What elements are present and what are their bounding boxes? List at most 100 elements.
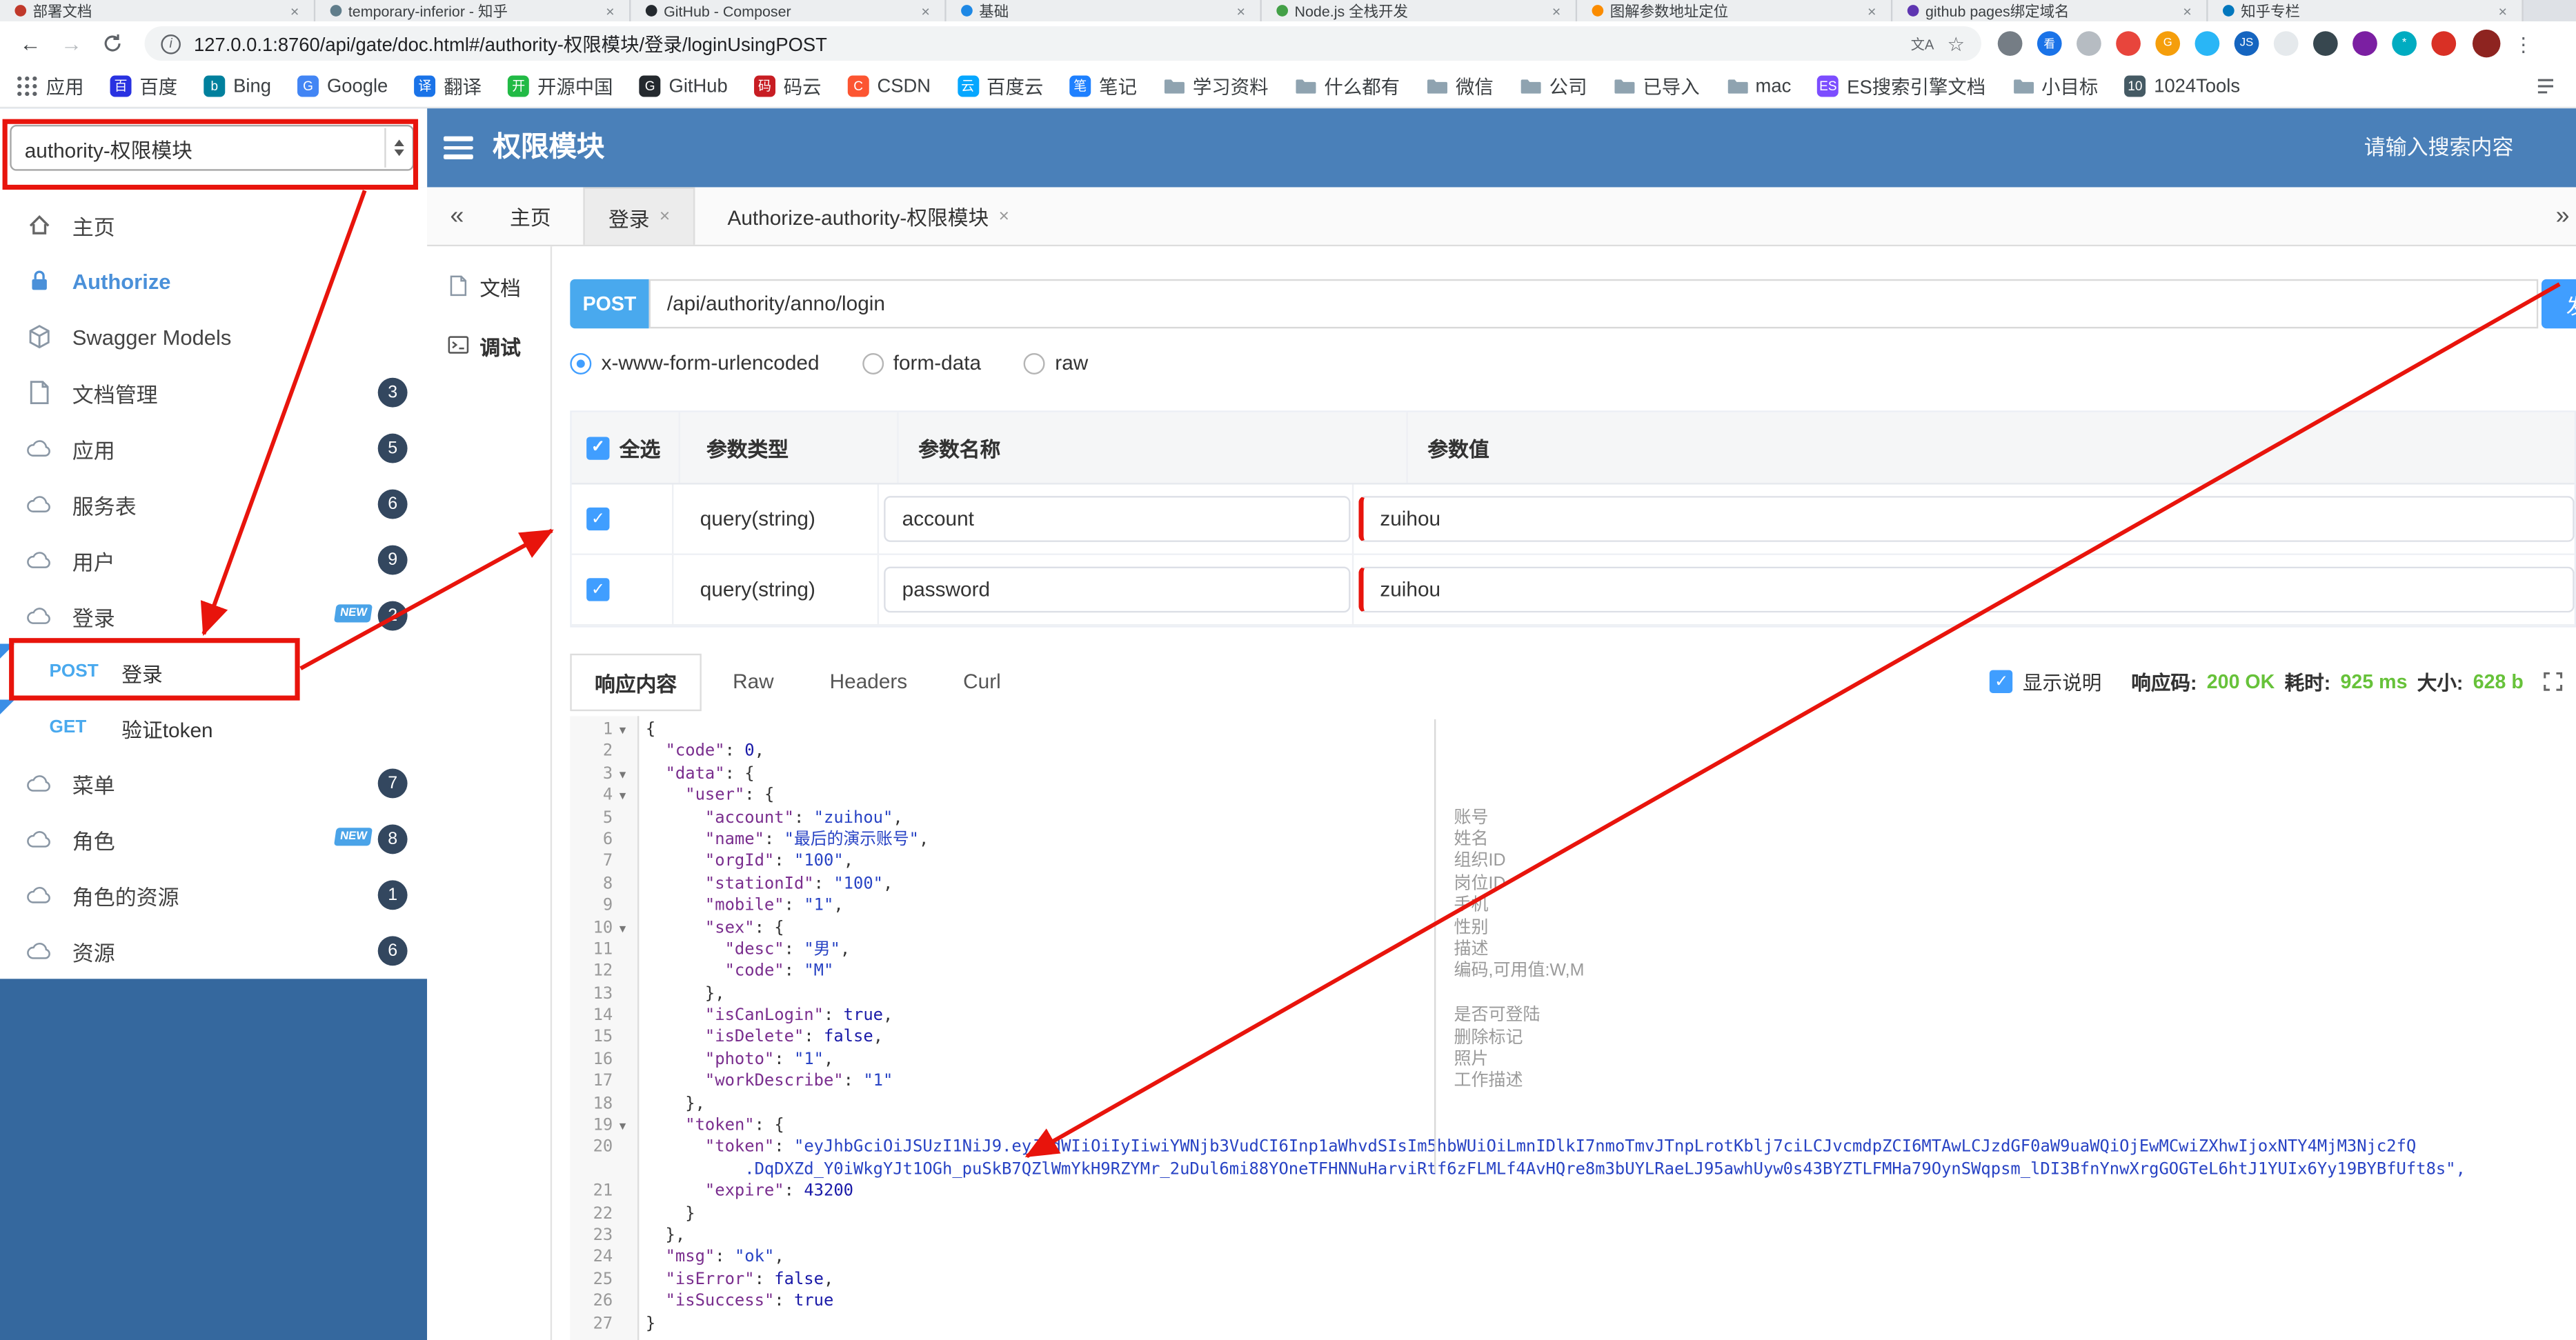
sidebar-item[interactable]: 菜单 7 bbox=[0, 755, 427, 811]
tab-close-icon[interactable]: × bbox=[2183, 3, 2192, 19]
extension-icon[interactable] bbox=[2352, 31, 2377, 56]
tab-close-icon[interactable]: × bbox=[999, 206, 1009, 226]
bookmark-item[interactable]: b Bing bbox=[204, 75, 271, 97]
fullscreen-icon[interactable] bbox=[2543, 672, 2563, 692]
extension-icon[interactable] bbox=[1997, 31, 2023, 56]
tab-close-icon[interactable]: × bbox=[921, 3, 930, 19]
bookmark-item[interactable]: 小目标 bbox=[2012, 73, 2098, 99]
bookmark-item[interactable]: G GitHub bbox=[639, 75, 728, 97]
bookmark-item[interactable]: 云百度云 bbox=[957, 73, 1043, 99]
response-tab[interactable]: Headers bbox=[805, 657, 932, 706]
browser-tab[interactable]: 部署文档 × bbox=[0, 0, 316, 21]
extension-icon[interactable] bbox=[2312, 31, 2338, 56]
show-description-checkbox[interactable]: ✓ bbox=[1990, 670, 2013, 693]
select-all-checkbox[interactable]: ✓ bbox=[586, 436, 610, 459]
browser-tab[interactable]: GitHub - Composer × bbox=[631, 0, 947, 21]
bookmark-item[interactable]: 开开源中国 bbox=[508, 73, 613, 99]
bookmark-item[interactable]: 译翻译 bbox=[414, 73, 482, 99]
request-url-input[interactable] bbox=[648, 279, 2539, 329]
extension-icon[interactable]: G bbox=[2155, 31, 2181, 56]
sidebar-item[interactable]: 应用 5 bbox=[0, 421, 427, 477]
header-search-input[interactable]: 请输入搜索内容 bbox=[2364, 108, 2514, 187]
param-value-input[interactable] bbox=[1358, 496, 2575, 542]
extension-icon[interactable] bbox=[2194, 31, 2220, 56]
sidebar-item[interactable]: 主页 bbox=[0, 197, 427, 253]
back-icon[interactable]: ← bbox=[20, 31, 41, 56]
bookmark-item[interactable]: 百百度 bbox=[110, 73, 177, 99]
tab-close-icon[interactable]: × bbox=[606, 3, 615, 19]
tab-close-icon[interactable]: × bbox=[1237, 3, 1246, 19]
browser-tab[interactable]: github pages绑定域名 × bbox=[1892, 0, 2208, 21]
sidebar-api-get[interactable]: GET 验证token bbox=[0, 699, 427, 755]
bookmark-item[interactable]: 10 1024Tools bbox=[2124, 75, 2240, 97]
row-checkbox[interactable]: ✓ bbox=[586, 578, 610, 601]
tab-close-icon[interactable]: × bbox=[2498, 3, 2507, 19]
extension-icon[interactable]: JS bbox=[2234, 31, 2259, 56]
tab-close-icon[interactable]: × bbox=[660, 207, 670, 227]
sidebar-item[interactable]: 角色 NEW 8 bbox=[0, 811, 427, 867]
sidebar-item[interactable]: 文档管理 3 bbox=[0, 365, 427, 421]
translate-icon[interactable]: 文A bbox=[1911, 34, 1934, 54]
content-tab[interactable]: 主页 bbox=[487, 187, 574, 244]
bookmark-item[interactable]: C CSDN bbox=[847, 75, 931, 97]
bookmark-item[interactable]: G Google bbox=[297, 75, 388, 97]
bookmark-item[interactable]: 已导入 bbox=[1614, 73, 1700, 99]
browser-tab[interactable]: Node.js 全栈开发 × bbox=[1261, 0, 1578, 21]
extension-icon[interactable] bbox=[2431, 31, 2457, 56]
profile-avatar[interactable] bbox=[2472, 29, 2501, 58]
address-bar[interactable]: i 127.0.0.1:8760/api/gate/doc.html#/auth… bbox=[144, 26, 1981, 61]
content-tab[interactable]: 登录 × bbox=[584, 187, 695, 245]
sidebar-api-post[interactable]: POST 登录 bbox=[0, 643, 427, 700]
extension-icon[interactable] bbox=[2273, 31, 2299, 56]
collapse-tabs-icon[interactable]: « bbox=[450, 202, 464, 230]
param-name-input[interactable] bbox=[884, 496, 1351, 542]
browser-menu-icon[interactable]: ⋮ bbox=[2514, 32, 2534, 54]
param-value-input[interactable] bbox=[1358, 566, 2575, 613]
sidebar-item[interactable]: 用户 9 bbox=[0, 532, 427, 588]
extension-icon[interactable]: 看 bbox=[2037, 31, 2062, 56]
response-tab[interactable]: Curl bbox=[938, 657, 1025, 706]
bookmark-item[interactable]: 什么都有 bbox=[1295, 73, 1400, 99]
sidebar-item[interactable]: Authorize bbox=[0, 253, 427, 309]
tab-close-icon[interactable]: × bbox=[290, 3, 299, 19]
content-tab[interactable]: Authorize-authority-权限模块 × bbox=[704, 187, 1032, 244]
response-editor[interactable]: 1 ▾ 2 3 ▾ 4 ▾ 5 6 7 8 9 10 ▾ 11 12 13 14 15 16 17 18 19 ▾ 20 21 22… bbox=[554, 716, 2576, 1340]
bookmark-item[interactable]: ES ES搜索引擎文档 bbox=[1817, 73, 1985, 99]
bookmark-item[interactable]: 笔笔记 bbox=[1069, 73, 1137, 99]
extension-icon[interactable] bbox=[2116, 31, 2141, 56]
bookmarks-panel-icon[interactable] bbox=[2535, 76, 2556, 97]
bookmark-item[interactable]: mac bbox=[1726, 76, 1791, 97]
browser-tab[interactable]: 知乎专栏 × bbox=[2208, 0, 2524, 21]
row-checkbox[interactable]: ✓ bbox=[586, 507, 610, 531]
content-type-radio[interactable]: x-www-form-urlencoded bbox=[570, 352, 820, 374]
extension-icon[interactable] bbox=[2077, 31, 2101, 56]
bookmark-item[interactable]: 学习资料 bbox=[1163, 73, 1268, 99]
response-tab[interactable]: 响应内容 bbox=[570, 652, 702, 710]
bookmark-item[interactable]: 码码云 bbox=[753, 73, 822, 99]
view-tab-debug[interactable]: 调试 bbox=[427, 315, 551, 374]
send-button[interactable]: 发送 bbox=[2541, 279, 2576, 329]
forward-icon[interactable]: → bbox=[61, 31, 82, 56]
reload-icon[interactable] bbox=[102, 33, 123, 54]
sidebar-item[interactable]: 资源 6 bbox=[0, 923, 427, 979]
bookmark-item[interactable]: 公司 bbox=[1520, 73, 1587, 99]
bookmark-item[interactable]: 应用 bbox=[17, 73, 83, 99]
tab-close-icon[interactable]: × bbox=[1552, 3, 1561, 19]
sidebar-item[interactable]: 服务表 6 bbox=[0, 477, 427, 532]
tab-close-icon[interactable]: × bbox=[1867, 3, 1876, 19]
module-select[interactable]: authority-权限模块 bbox=[10, 124, 415, 171]
sidebar-item[interactable]: Swagger Models bbox=[0, 309, 427, 365]
browser-tab[interactable]: temporary-inferior - 知乎 × bbox=[315, 0, 631, 21]
bookmark-star-icon[interactable]: ☆ bbox=[1947, 32, 1965, 54]
site-info-icon[interactable]: i bbox=[161, 33, 181, 54]
content-type-radio[interactable]: form-data bbox=[862, 352, 981, 374]
content-type-radio[interactable]: raw bbox=[1024, 352, 1088, 374]
sidebar-item[interactable]: 角色的资源 1 bbox=[0, 867, 427, 923]
browser-tab[interactable]: 基础 × bbox=[946, 0, 1262, 21]
response-tab[interactable]: Raw bbox=[708, 657, 798, 706]
sidebar-item[interactable]: 登录 NEW 2 bbox=[0, 588, 427, 644]
param-name-input[interactable] bbox=[884, 566, 1351, 613]
menu-toggle-icon[interactable] bbox=[443, 136, 473, 163]
view-tab-doc[interactable]: 文档 bbox=[427, 256, 551, 315]
browser-tab[interactable]: 图解参数地址定位 × bbox=[1577, 0, 1893, 21]
